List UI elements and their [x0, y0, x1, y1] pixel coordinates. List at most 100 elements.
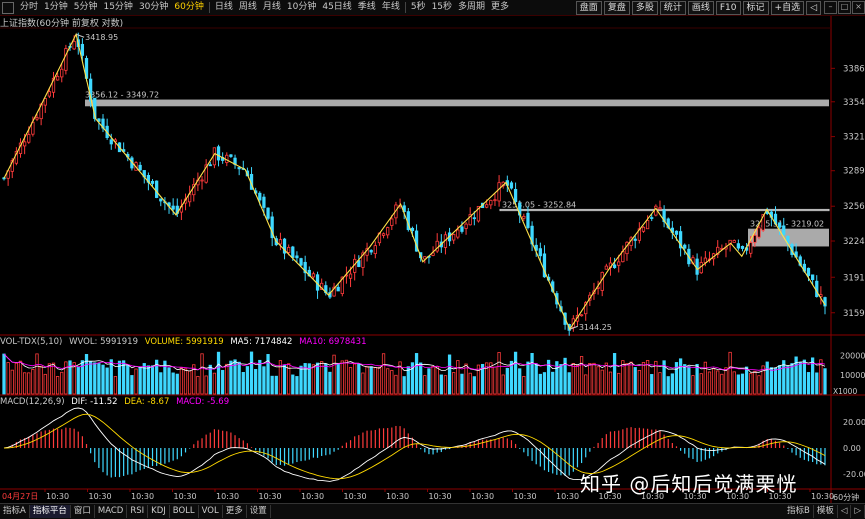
- candle-body[interactable]: [373, 245, 377, 255]
- candle-body[interactable]: [782, 225, 786, 235]
- candle-body[interactable]: [35, 117, 39, 120]
- candle-body[interactable]: [683, 244, 687, 249]
- candle-body[interactable]: [410, 227, 415, 232]
- candle-body[interactable]: [22, 141, 27, 147]
- volume-bar: [497, 352, 501, 395]
- candle-body[interactable]: [295, 255, 299, 259]
- indicator-tab[interactable]: KDJ: [148, 505, 170, 518]
- candle-body[interactable]: [336, 286, 340, 292]
- volume-bar: [130, 375, 134, 395]
- indicator-tab[interactable]: 指标A: [0, 505, 30, 518]
- candle-body[interactable]: [56, 75, 60, 81]
- candle-body[interactable]: [311, 273, 316, 278]
- candle-body[interactable]: [159, 198, 163, 202]
- kline-chart[interactable]: 338633543321328932563224319131593356.12 …: [0, 0, 865, 503]
- candle-body[interactable]: [266, 207, 270, 219]
- candle-body[interactable]: [464, 223, 468, 229]
- candle-body[interactable]: [633, 238, 637, 241]
- candle-body[interactable]: [806, 267, 811, 276]
- candle-body[interactable]: [138, 164, 142, 171]
- candle-body[interactable]: [579, 314, 584, 317]
- price-tick-label: 3321: [843, 133, 865, 143]
- candle-body[interactable]: [695, 258, 699, 275]
- candle-body[interactable]: [757, 227, 761, 238]
- candle-body[interactable]: [291, 246, 295, 258]
- indicator-tab[interactable]: 更多: [223, 505, 247, 518]
- indicator-tab[interactable]: MACD: [95, 505, 128, 518]
- candle-body[interactable]: [208, 164, 212, 167]
- candle-body[interactable]: [509, 182, 514, 189]
- candle-body[interactable]: [80, 43, 85, 56]
- candle-body[interactable]: [299, 258, 303, 266]
- candle-body[interactable]: [489, 199, 493, 206]
- candle-body[interactable]: [278, 239, 283, 245]
- volume-bar: [806, 372, 811, 395]
- candle-body[interactable]: [740, 245, 745, 249]
- candle-body[interactable]: [452, 234, 456, 241]
- volume-bar: [97, 363, 101, 395]
- candle-body[interactable]: [732, 240, 736, 243]
- bottom-right-button[interactable]: 指标B: [784, 505, 814, 518]
- bottom-right-button[interactable]: ◁: [838, 505, 852, 518]
- vol-label[interactable]: VOL-TDX(5,10): [0, 337, 62, 347]
- candle-body[interactable]: [753, 235, 757, 243]
- candle-body[interactable]: [72, 40, 76, 50]
- candle-body[interactable]: [674, 230, 679, 235]
- candle-body[interactable]: [497, 182, 501, 202]
- candle-body[interactable]: [617, 261, 621, 266]
- candle-body[interactable]: [381, 233, 386, 236]
- candle-body[interactable]: [262, 196, 266, 208]
- candle-body[interactable]: [64, 48, 68, 71]
- candle-body[interactable]: [485, 204, 489, 208]
- candle-body[interactable]: [604, 265, 608, 270]
- indicator-tab[interactable]: RSI: [127, 505, 149, 518]
- candle-body[interactable]: [258, 192, 262, 201]
- time-tick-label: 10:30: [89, 492, 112, 501]
- candle-body[interactable]: [171, 205, 175, 210]
- candle-body[interactable]: [386, 227, 390, 236]
- candle-body[interactable]: [612, 264, 617, 269]
- candle-body[interactable]: [47, 91, 52, 97]
- candle-body[interactable]: [369, 249, 373, 253]
- candle-body[interactable]: [513, 189, 518, 203]
- candle-body[interactable]: [216, 146, 221, 161]
- macd-label[interactable]: MACD(12,26,9): [0, 397, 65, 407]
- candle-body[interactable]: [109, 139, 113, 145]
- candle-body[interactable]: [493, 199, 497, 202]
- support-resistance-zone[interactable]: [85, 99, 829, 107]
- candle-body[interactable]: [538, 248, 542, 257]
- candle-body[interactable]: [237, 167, 241, 170]
- bottom-right-button[interactable]: 模板: [814, 505, 838, 518]
- indicator-tab[interactable]: 窗口: [71, 505, 95, 518]
- candle-body[interactable]: [200, 179, 204, 182]
- candle-body[interactable]: [60, 68, 64, 78]
- candle-body[interactable]: [460, 226, 464, 232]
- candle-body[interactable]: [150, 180, 155, 184]
- candle-body[interactable]: [749, 242, 753, 254]
- candle-body[interactable]: [641, 226, 646, 232]
- indicator-tab[interactable]: BOLL: [170, 505, 199, 518]
- candle-body[interactable]: [526, 212, 530, 228]
- candle-body[interactable]: [658, 207, 662, 210]
- candle-body[interactable]: [810, 274, 815, 281]
- candle-body[interactable]: [390, 218, 394, 226]
- candle-body[interactable]: [155, 180, 159, 198]
- indicator-tab[interactable]: 指标平台: [29, 505, 71, 518]
- candle-body[interactable]: [229, 154, 233, 157]
- candle-body[interactable]: [287, 247, 291, 253]
- bottom-right-button[interactable]: ▷: [851, 505, 865, 518]
- volume-bar: [357, 363, 361, 395]
- indicator-tab[interactable]: VOL: [199, 505, 223, 518]
- candle-body[interactable]: [815, 280, 819, 297]
- candle-body[interactable]: [472, 217, 476, 220]
- candle-body[interactable]: [736, 243, 740, 249]
- candle-body[interactable]: [650, 217, 654, 219]
- candle-body[interactable]: [27, 134, 31, 143]
- candle-body[interactable]: [645, 220, 650, 230]
- indicator-tab[interactable]: 设置: [247, 505, 271, 518]
- candle-body[interactable]: [348, 273, 353, 279]
- candle-body[interactable]: [522, 215, 526, 219]
- candle-body[interactable]: [456, 229, 460, 238]
- candle-body[interactable]: [777, 222, 782, 228]
- volume-bar: [221, 370, 225, 395]
